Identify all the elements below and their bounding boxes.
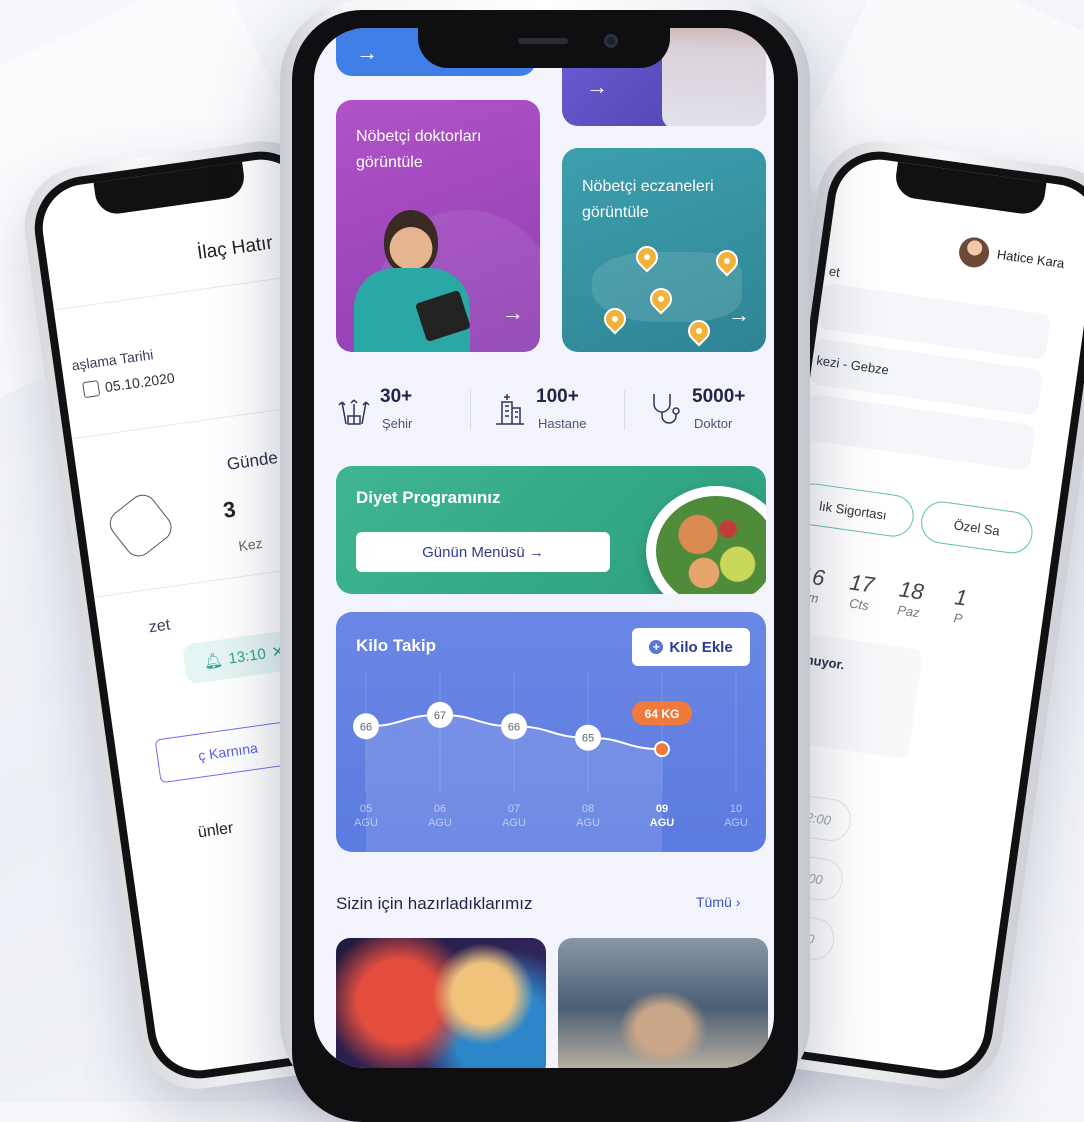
day-item[interactable]: 18 Paz <box>888 575 933 621</box>
plus-circle-icon: + <box>649 640 664 654</box>
insurance-chip[interactable]: Özel Sa <box>918 498 1036 557</box>
frequency-label: Günde <box>225 447 279 474</box>
pharmacies-card[interactable]: Nöbetçi eczaneleri görüntüle → <box>562 148 766 352</box>
reminder-time: 13:10 <box>227 644 267 668</box>
stat-value: 30+ <box>380 386 413 407</box>
tick-label-month: AGU <box>724 817 748 829</box>
stat-label: Şehir <box>382 416 413 431</box>
tick-label-day: 08 <box>582 803 594 815</box>
start-date-label: aşlama Tarihi <box>70 346 155 374</box>
frequency-value: 3 <box>221 496 238 523</box>
section-title: Sizin için hazırladıklarımız <box>336 894 533 913</box>
data-label: 66 <box>360 721 372 733</box>
stat-label: Doktor <box>694 416 733 431</box>
chevron-right-icon: › <box>735 894 741 910</box>
tick-label-month: AGU <box>650 817 675 829</box>
field-label: et <box>828 263 841 280</box>
diet-title: Diyet Programınız <box>356 488 501 507</box>
center-phone: → → Nöbetçi doktorları görüntüle → Nöbet… <box>280 0 810 1122</box>
diet-card: Diyet Programınız Günün Menüsü → <box>336 466 766 594</box>
salad-image <box>646 486 766 594</box>
tick-label-day: 06 <box>434 803 446 815</box>
doctors-card[interactable]: Nöbetçi doktorları görüntüle → <box>336 100 540 352</box>
home-screen: → → Nöbetçi doktorları görüntüle → Nöbet… <box>314 28 774 1068</box>
user-name: Hatice Kara <box>996 246 1066 271</box>
daily-menu-button[interactable]: Günün Menüsü → <box>356 532 610 572</box>
screen-title: İlaç Hatır <box>195 232 275 264</box>
data-label: 66 <box>508 721 520 733</box>
data-label: 65 <box>582 733 594 745</box>
start-date-value[interactable]: 05.10.2020 <box>104 369 176 395</box>
stat-value: 100+ <box>536 386 579 407</box>
highlight-label: 64 KG <box>645 707 680 721</box>
frequency-unit: Kez <box>237 534 264 555</box>
hospital-building-icon <box>496 394 524 425</box>
tick-label-day: 09 <box>656 803 668 815</box>
avatar[interactable] <box>957 235 992 270</box>
see-all-link[interactable]: Tümü › <box>696 894 740 910</box>
stat-cities: 30+ Şehir <box>336 386 466 446</box>
speaker <box>518 38 568 44</box>
stat-label: Hastane <box>538 416 587 431</box>
doctor-photo <box>354 210 474 352</box>
day-item[interactable]: 17 Cts <box>838 568 883 614</box>
arrow-icon: → <box>502 300 524 325</box>
data-label: 67 <box>434 710 446 722</box>
arrow-icon: → <box>728 302 750 327</box>
arrow-icon: → <box>586 74 608 99</box>
tick-label-day: 10 <box>730 803 742 815</box>
stat-hospitals: 100+ Hastane <box>492 386 632 446</box>
tick-label-month: AGU <box>354 817 378 829</box>
add-weight-button[interactable]: + Kilo Ekle <box>632 628 750 666</box>
weight-tracker-card: 66 67 66 65 64 KG 05 AGU 06 AGU 07 AGU 08 AGU 09 AGU 10… <box>336 612 766 852</box>
bell-icon: 🔔︎ <box>202 651 224 672</box>
stat-value: 5000+ <box>692 386 746 407</box>
doctor-illustration <box>662 28 766 126</box>
day-item[interactable]: 1P <box>937 582 982 628</box>
tick-label-day: 07 <box>508 803 520 815</box>
camera-icon <box>604 34 618 48</box>
tick-label-month: AGU <box>502 817 526 829</box>
doctors-card-title: Nöbetçi doktorları görüntüle <box>356 128 482 171</box>
city-pins-icon <box>338 399 370 425</box>
highlight-point <box>654 741 670 758</box>
weight-title: Kilo Takip <box>356 636 436 655</box>
arrow-icon: → <box>356 40 378 65</box>
content-thumbnail[interactable] <box>336 938 546 1068</box>
tick-label-month: AGU <box>428 817 452 829</box>
pills-icon <box>104 489 178 563</box>
stethoscope-icon <box>653 394 680 424</box>
content-thumbnail[interactable] <box>558 938 768 1068</box>
days-label: ünler <box>196 819 235 842</box>
pharmacies-card-title: Nöbetçi eczaneleri görüntüle <box>582 178 714 221</box>
stat-doctors: 5000+ Doktor <box>648 386 774 446</box>
add-weight-label: Kilo Ekle <box>669 638 733 656</box>
summary-label: zet <box>147 616 172 637</box>
tick-label-month: AGU <box>576 817 600 829</box>
calendar-icon <box>82 380 101 399</box>
tick-label-day: 05 <box>360 803 372 815</box>
